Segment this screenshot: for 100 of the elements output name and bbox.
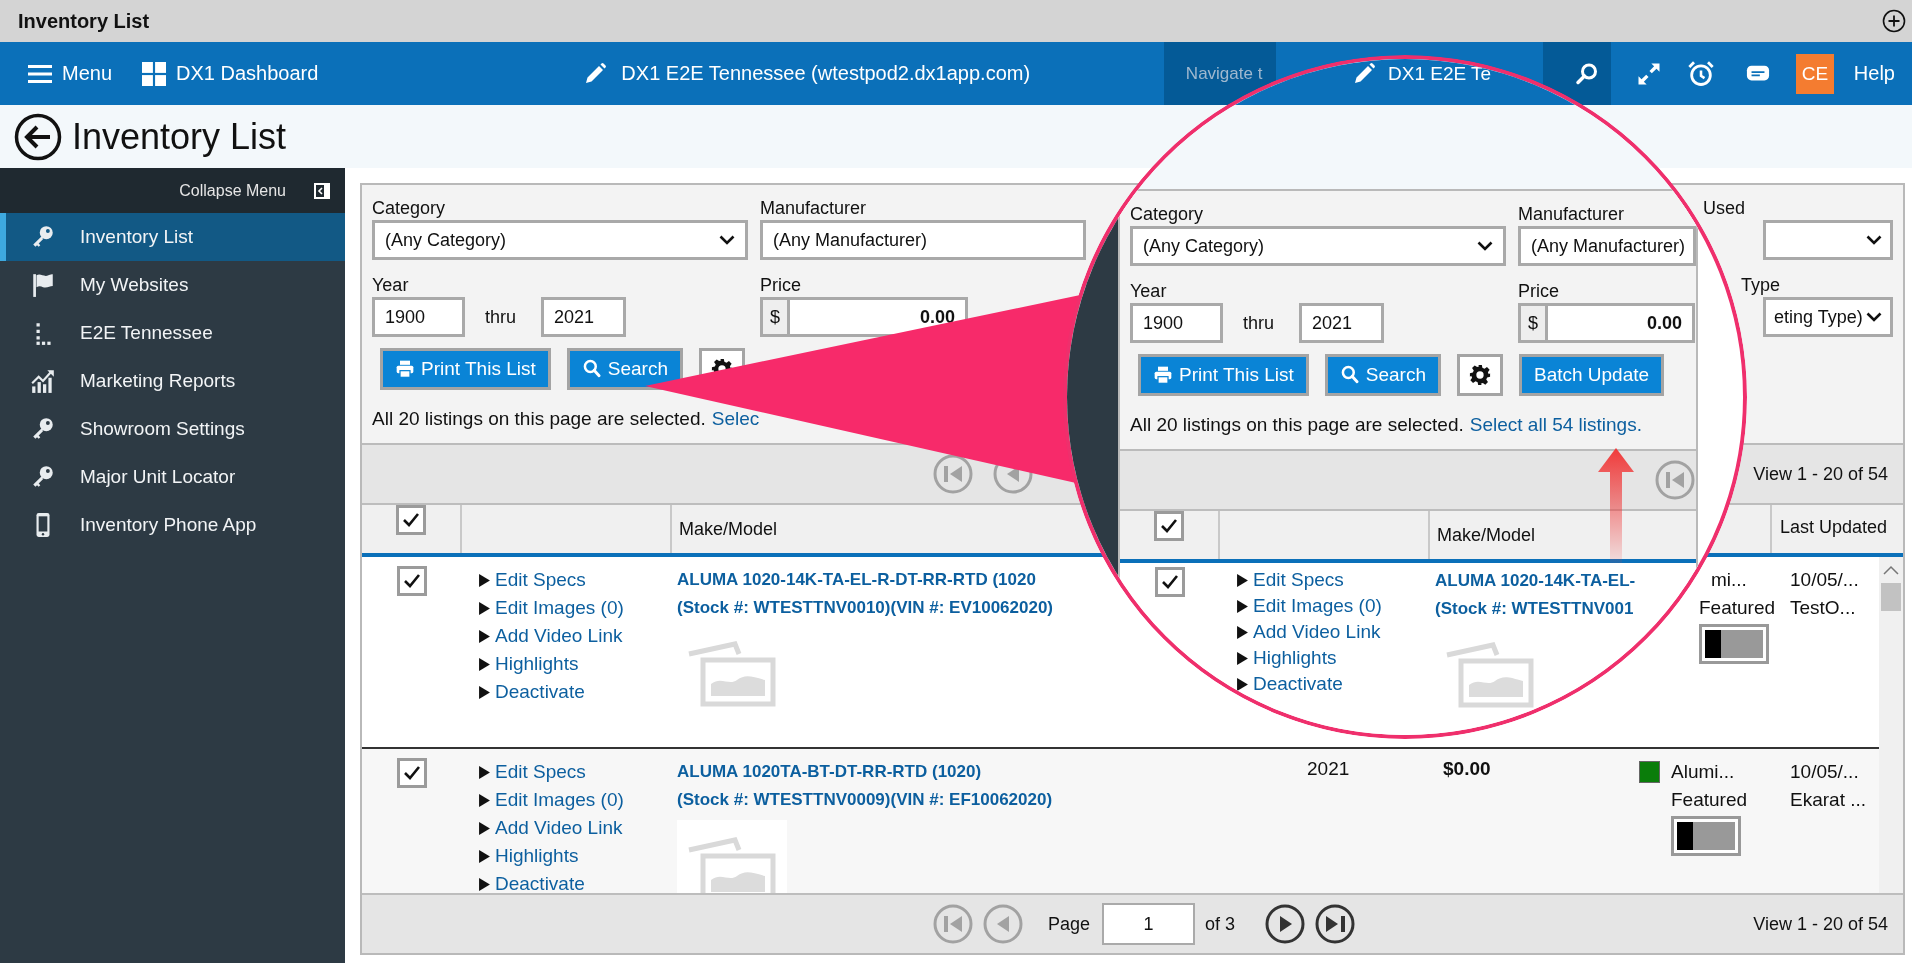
row-checkbox[interactable] (397, 566, 427, 596)
menu-button[interactable]: Menu (28, 61, 113, 86)
action-link[interactable]: Edit Specs (495, 761, 586, 783)
action-link[interactable]: Edit Images (0) (495, 597, 624, 619)
action-link[interactable]: Add Video Link (1253, 621, 1381, 643)
action-button[interactable]: Batch Update (1518, 354, 1665, 396)
action-link[interactable]: Deactivate (1253, 673, 1343, 695)
action-link[interactable]: Edit Specs (1253, 569, 1344, 591)
column-header[interactable]: Make/Model (1437, 524, 1536, 546)
category-cell-text: mi... (1711, 568, 1747, 592)
triangle-icon (479, 601, 490, 615)
select-all-link[interactable]: Selec (711, 408, 760, 430)
year-to-field[interactable]: 2021 (541, 297, 627, 337)
category-select[interactable]: (Any Category) (1130, 226, 1506, 266)
sidebar-item[interactable]: Inventory Phone App (0, 501, 345, 549)
make-model-link[interactable]: ALUMA 1020-14K-TA-EL- (1435, 567, 1636, 595)
sidebar-item[interactable]: Marketing Reports (0, 357, 345, 405)
triangle-icon (479, 849, 490, 863)
action-link[interactable]: Deactivate (495, 873, 585, 893)
sidebar-item[interactable]: E2E Tennessee (0, 309, 345, 357)
page-number-field[interactable]: 1 (1102, 903, 1196, 945)
triangle-icon (479, 657, 490, 671)
search-icon (1574, 61, 1599, 86)
field-label: Year (372, 274, 409, 296)
featured-label: Featured (1671, 788, 1748, 812)
triangle-icon (1237, 625, 1248, 639)
year-to-field[interactable]: 2021 (1299, 303, 1385, 343)
field-label: Manufacturer (760, 197, 867, 219)
search-field[interactable]: Navigate t (1163, 42, 1276, 105)
flag-icon (30, 272, 56, 298)
collapse-menu-link[interactable]: Collapse Menu (179, 181, 286, 200)
featured-label: Featured (1699, 596, 1776, 620)
sidebar-item[interactable]: My Websites (0, 261, 345, 309)
currency-addon: $ (1518, 303, 1545, 343)
page-title: Inventory List (72, 115, 287, 158)
action-link[interactable]: Highlights (495, 653, 579, 675)
dashboard-link[interactable]: DX1 Dashboard (142, 61, 319, 86)
action-link[interactable]: Deactivate (495, 681, 585, 703)
select-all-link[interactable]: Select all 54 listings. (1469, 414, 1642, 436)
stock-link[interactable]: (Stock #: WTESTTNV0009)(VIN #: EF10062020) (677, 786, 1053, 814)
site-selector[interactable]: DX1 E2E Tennessee (wtestpod2.dx1app.com) (583, 61, 1031, 86)
select-all-checkbox[interactable] (396, 505, 426, 535)
field-label: Category (1130, 203, 1204, 225)
back-icon[interactable] (14, 112, 62, 161)
featured-toggle[interactable] (1699, 624, 1769, 664)
manufacturer-select[interactable]: (Any Manufacturer) (1518, 226, 1696, 266)
select-all-checkbox[interactable] (1154, 511, 1184, 541)
last-page-icon[interactable] (1315, 904, 1356, 944)
row-checkbox[interactable] (397, 758, 427, 788)
help-link[interactable]: Help (1853, 62, 1895, 85)
category-cell-text: Alumi... (1671, 760, 1735, 784)
next-page-icon[interactable] (1265, 904, 1306, 944)
action-link[interactable]: Edit Specs (495, 569, 586, 591)
stock-link[interactable]: (Stock #: WTESTTNV001 (1435, 595, 1634, 623)
chevron-down-icon (1477, 241, 1493, 251)
year-cell: 2021 (1307, 758, 1350, 779)
scroll-thumb[interactable] (1881, 583, 1901, 611)
row-checkbox[interactable] (1155, 567, 1185, 597)
action-link[interactable]: Edit Images (0) (1253, 595, 1382, 617)
action-link[interactable]: Add Video Link (495, 817, 623, 839)
action-link[interactable]: Highlights (495, 845, 579, 867)
year-from-field[interactable]: 1900 (1130, 303, 1223, 343)
settings-button[interactable] (1456, 354, 1503, 396)
column-header[interactable]: Make/Model (679, 518, 778, 540)
year-from-field[interactable]: 1900 (372, 297, 465, 337)
field-label: Used (1703, 197, 1746, 219)
site-selector[interactable]: DX1 E2E Te (1388, 62, 1492, 85)
action-link[interactable]: Highlights (1253, 647, 1337, 669)
make-model-link[interactable]: ALUMA 1020TA-BT-DT-RR-RTD (1020) (677, 758, 982, 786)
price-min-field[interactable]: 0.00 (1545, 303, 1695, 343)
marketing-type-select[interactable]: eting Type) (1763, 297, 1893, 337)
action-button[interactable]: Print This List (1138, 354, 1309, 396)
collapse-icon[interactable] (314, 182, 330, 199)
currency-addon: $ (760, 297, 787, 337)
sidebar-item[interactable]: Showroom Settings (0, 405, 345, 453)
action-link[interactable]: Add Video Link (495, 625, 623, 647)
field-label: Type (1741, 274, 1781, 296)
triangle-icon (1237, 599, 1248, 613)
alarm-clock-icon[interactable] (1686, 59, 1715, 88)
action-link[interactable]: Edit Images (0) (495, 789, 624, 811)
category-select[interactable]: (Any Category) (372, 220, 748, 260)
triangle-icon (479, 629, 490, 643)
action-button[interactable]: Search (1324, 354, 1441, 396)
make-model-link[interactable]: ALUMA 1020-14K-TA-EL-R-DT-RR-RTD (1020 (677, 566, 1036, 594)
scroll-up-icon[interactable] (1883, 565, 1899, 575)
add-icon[interactable] (1882, 9, 1906, 33)
column-header[interactable]: Last Updated (1780, 517, 1888, 538)
search-button[interactable] (1542, 42, 1611, 105)
featured-toggle[interactable] (1671, 816, 1741, 856)
sidebar-item[interactable]: Major Unit Locator (0, 453, 345, 501)
scrollbar[interactable] (1879, 557, 1903, 893)
updated-by: TestO... (1790, 596, 1857, 620)
action-button[interactable]: Search (566, 348, 683, 390)
stock-link[interactable]: (Stock #: WTESTTNV0010)(VIN #: EV10062020) (677, 594, 1054, 622)
action-button[interactable]: Print This List (380, 348, 551, 390)
updated-date: 10/05/... (1790, 760, 1860, 784)
triangle-icon (1237, 651, 1248, 665)
manufacturer-select[interactable]: (Any Manufacturer) (760, 220, 1086, 260)
sidebar-item[interactable]: Inventory List (0, 213, 345, 261)
triangle-icon (1237, 573, 1248, 587)
